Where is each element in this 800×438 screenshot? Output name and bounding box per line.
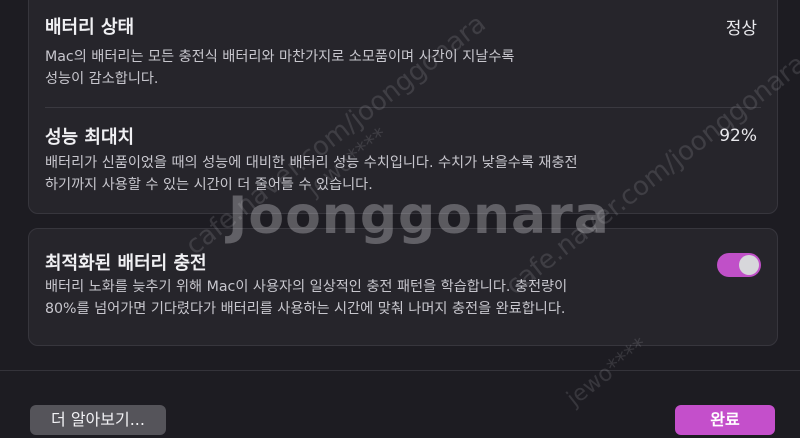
learn-more-button[interactable]: 더 알아보기...	[30, 405, 166, 435]
max-capacity-value: 92%	[719, 126, 757, 146]
row-divider	[45, 107, 761, 108]
optimized-charging-description: 배터리 노화를 늦추기 위해 Mac이 사용자의 일상적인 충전 패턴을 학습합…	[45, 279, 568, 317]
battery-info-group: 배터리 상태 정상 Mac의 배터리는 모든 충전식 배터리와 마찬가지로 소모…	[28, 0, 778, 214]
battery-health-description: Mac의 배터리는 모든 충전식 배터리와 마찬가지로 소모품이며 시간이 지날…	[45, 49, 515, 87]
optimized-charging-group: 최적화된 배터리 충전 배터리 노화를 늦추기 위해 Mac이 사용자의 일상적…	[28, 228, 778, 346]
optimized-charging-title: 최적화된 배터리 충전	[45, 253, 207, 274]
max-capacity-title: 성능 최대치	[45, 127, 135, 148]
battery-health-value: 정상	[725, 19, 757, 39]
footer-divider	[0, 370, 800, 371]
battery-health-title: 배터리 상태	[45, 17, 135, 38]
optimized-charging-toggle[interactable]	[717, 253, 761, 277]
toggle-knob	[739, 255, 759, 275]
max-capacity-description: 배터리가 신품이었을 때의 성능에 대비한 배터리 성능 수치입니다. 수치가 …	[45, 155, 578, 193]
done-button[interactable]: 완료	[675, 405, 775, 435]
